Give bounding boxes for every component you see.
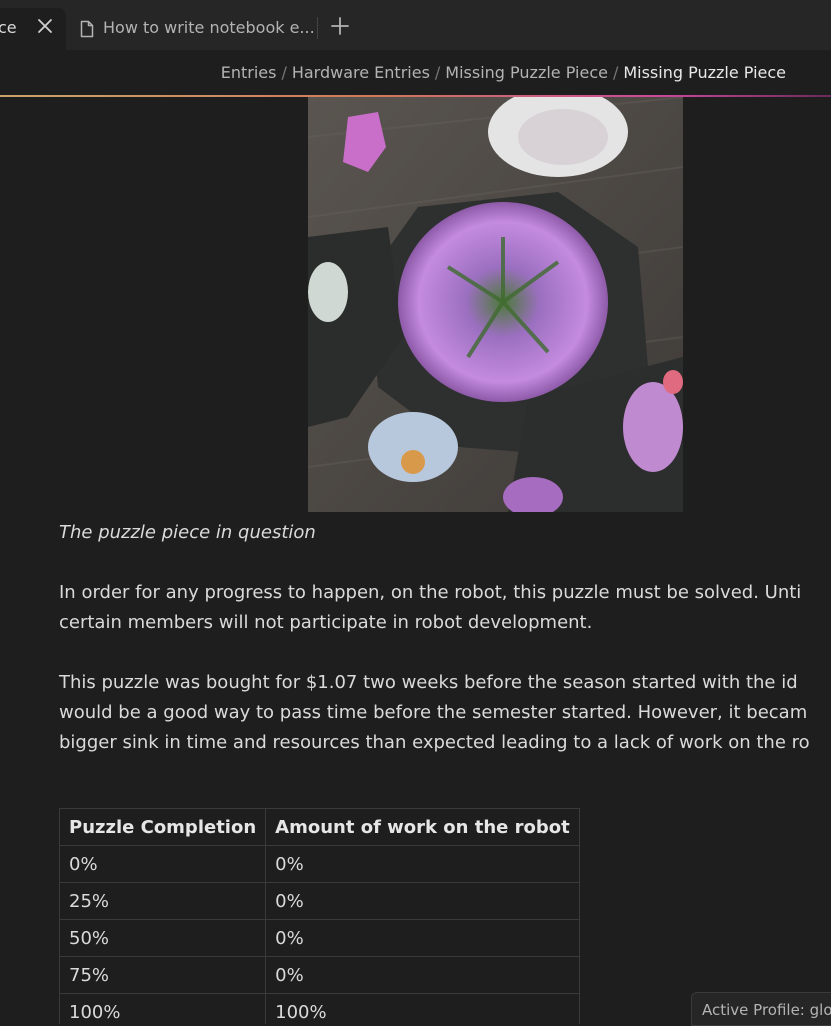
tab-divider <box>317 17 318 39</box>
table-cell: 25% <box>58 882 267 920</box>
table-header-row: Puzzle Completion Amount of work on the … <box>58 808 580 846</box>
paragraph-line: In order for any progress to happen, on … <box>59 582 802 603</box>
table-cell: 75% <box>58 956 267 994</box>
table-row: 50% 0% <box>58 919 580 957</box>
table-cell: 0% <box>265 919 580 957</box>
table-cell: 0% <box>265 956 580 994</box>
puzzle-photo <box>307 97 684 517</box>
tab-title: ce <box>0 18 17 37</box>
table-row: 100% 100% <box>58 993 580 1024</box>
table-cell: 0% <box>265 882 580 920</box>
paragraph-purchase: This puzzle was bought for $1.07 two wee… <box>59 668 810 758</box>
table-row: 75% 0% <box>58 956 580 994</box>
view-header: Entries / Hardware Entries / Missing Puzzle … <box>0 50 831 96</box>
column-header-work-on-robot: Amount of work on the robot <box>265 808 580 846</box>
table-row: 25% 0% <box>58 882 580 920</box>
paragraph-line: certain members will not participate in … <box>59 612 593 633</box>
image-caption: The puzzle piece in question <box>59 522 316 543</box>
breadcrumb-separator: / <box>434 63 441 82</box>
paragraph-line: would be a good way to pass time before … <box>59 702 808 723</box>
table-cell: 0% <box>265 845 580 883</box>
paragraph-line: bigger sink in time and resources than e… <box>59 732 810 753</box>
plus-icon[interactable] <box>328 14 352 38</box>
table-cell: 0% <box>58 845 267 883</box>
breadcrumb-entries[interactable]: Entries <box>221 63 277 82</box>
table-row: 0% 0% <box>58 845 580 883</box>
tab-how-to-write-notebook[interactable]: How to write notebook e... <box>70 8 315 50</box>
paragraph-line: This puzzle was bought for $1.07 two wee… <box>59 672 798 693</box>
column-header-puzzle-completion: Puzzle Completion <box>58 808 267 846</box>
table-cell: 50% <box>58 919 267 957</box>
document-icon <box>79 20 95 38</box>
breadcrumb-hardware-entries[interactable]: Hardware Entries <box>292 63 430 82</box>
tab-missing-puzzle-piece[interactable]: ce <box>0 8 66 50</box>
close-icon[interactable] <box>36 17 54 35</box>
table-cell: 100% <box>58 993 267 1024</box>
breadcrumb-separator: / <box>612 63 619 82</box>
breadcrumb-separator: / <box>281 63 287 82</box>
note-content: The puzzle piece in question In order fo… <box>0 97 831 1024</box>
completion-table: Puzzle Completion Amount of work on the … <box>58 808 580 1024</box>
breadcrumb-missing-puzzle-piece-folder[interactable]: Missing Puzzle Piece <box>445 63 608 82</box>
active-profile-status[interactable]: Active Profile: glob <box>691 992 831 1026</box>
paragraph-progress: In order for any progress to happen, on … <box>59 578 801 638</box>
tab-title: How to write notebook e... <box>103 18 315 37</box>
table-cell: 100% <box>265 993 580 1024</box>
tab-bar: ce How to write notebook e... <box>0 0 831 50</box>
breadcrumb-current-note[interactable]: Missing Puzzle Piece <box>623 63 786 82</box>
breadcrumb: Entries / Hardware Entries / Missing Puzzle … <box>221 63 786 82</box>
